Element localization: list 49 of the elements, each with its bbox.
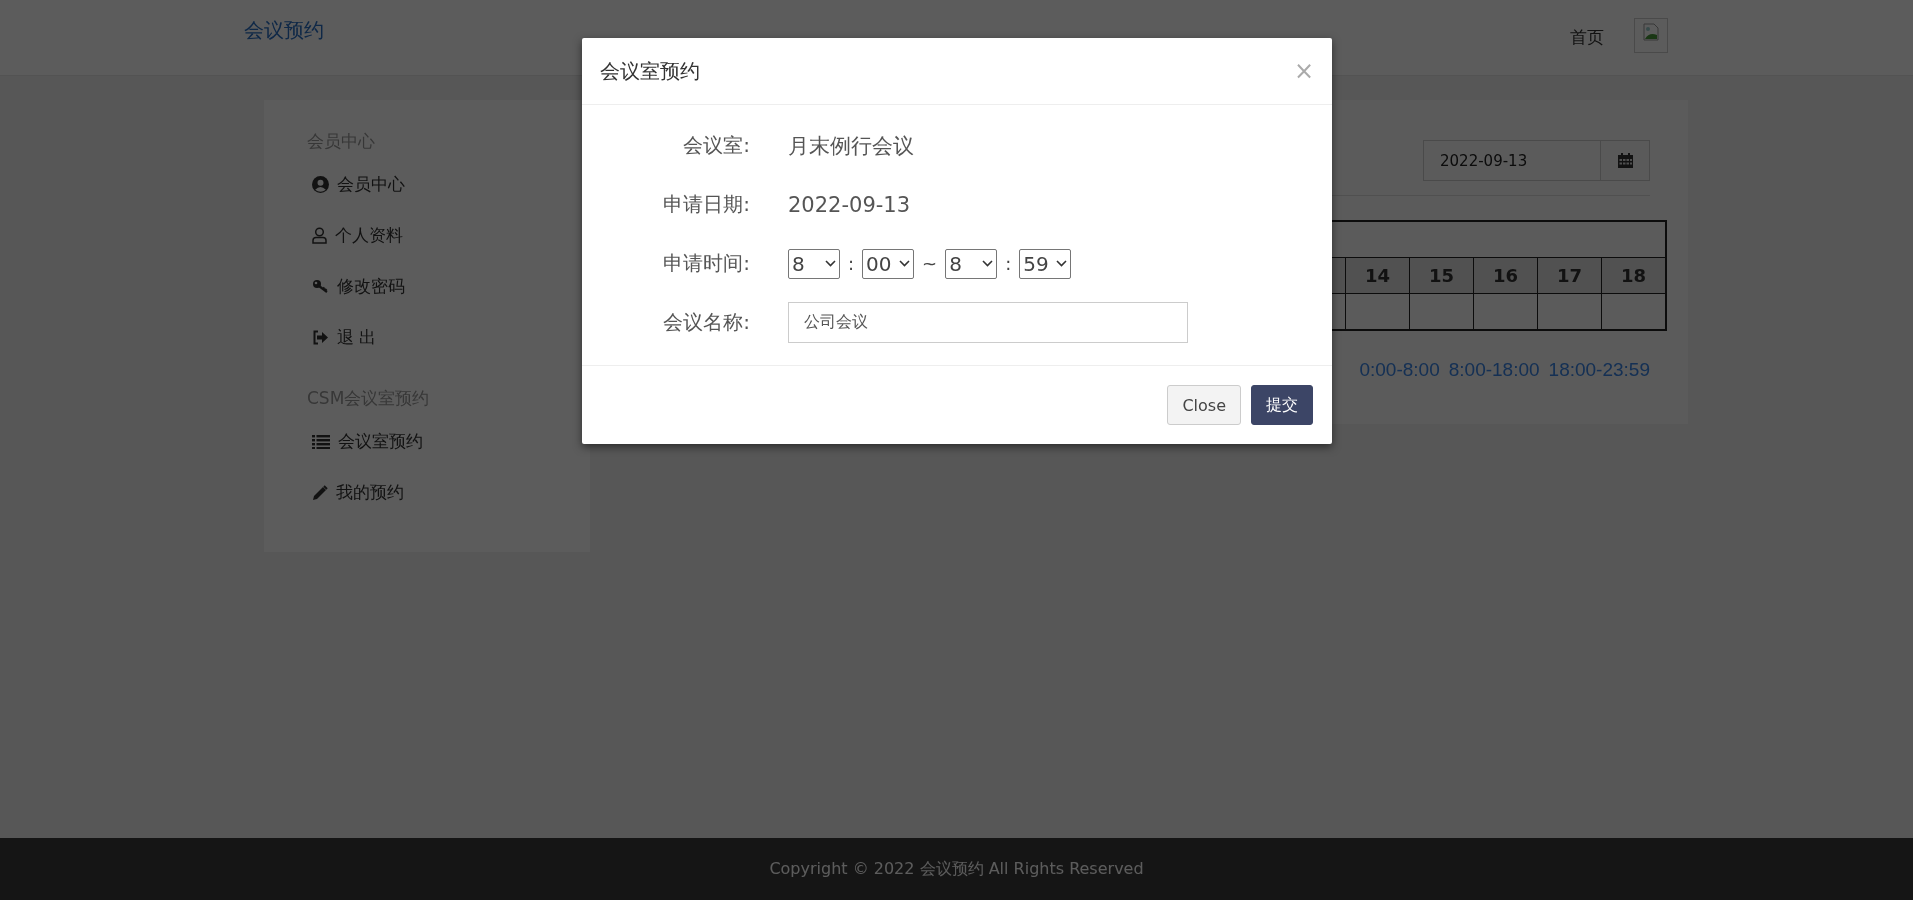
copyright-text: Copyright © 2022 会议预约 All Rights Reserved	[769, 858, 1144, 880]
close-button[interactable]: ×	[1293, 51, 1314, 91]
pencil-icon	[312, 484, 328, 501]
meeting-name-field[interactable]: 公司会议	[788, 302, 1188, 343]
separator-text: ~	[922, 253, 938, 274]
field-label: 会议名称:	[662, 309, 750, 336]
time-range-link[interactable]: 8:00-18:00	[1448, 359, 1540, 381]
chevron-icon	[825, 260, 836, 267]
separator-text: :	[848, 253, 855, 274]
user-icon	[312, 227, 327, 244]
chevron-icon	[982, 260, 994, 267]
time-select[interactable]: 00	[862, 248, 915, 279]
time-select[interactable]: 8	[945, 248, 998, 279]
time-select[interactable]: 8	[788, 248, 840, 279]
sidebar-link[interactable]: 我的预约	[312, 481, 404, 504]
time-range-link[interactable]: 0:00-8:00	[1359, 359, 1440, 381]
hour-header: 16	[1473, 257, 1538, 294]
hour-header: 18	[1601, 257, 1666, 294]
user-circle-icon	[312, 176, 329, 193]
field-label: 申请时间:	[662, 250, 750, 277]
home-link[interactable]: 首页	[1570, 26, 1604, 49]
chevron-icon	[1056, 260, 1068, 267]
time-select[interactable]: 59	[1019, 248, 1072, 279]
date-field[interactable]: 2022-09-13	[1423, 140, 1600, 181]
hour-header: 14	[1345, 257, 1410, 294]
sign-out-icon	[312, 330, 329, 345]
key-icon	[312, 279, 329, 294]
modal-title: 会议室预约	[600, 57, 700, 85]
broken-image-icon	[1643, 23, 1659, 41]
field-label: 会议室:	[682, 132, 750, 159]
hour-header: 15	[1409, 257, 1474, 294]
separator-text: :	[1005, 253, 1012, 274]
sidebar-link[interactable]: 会员中心	[312, 173, 405, 196]
close-button[interactable]: Close	[1167, 385, 1241, 425]
submit-button[interactable]: 提交	[1251, 385, 1313, 425]
field-label: 申请日期:	[662, 191, 750, 218]
list-icon	[312, 434, 330, 449]
hour-header: 17	[1537, 257, 1602, 294]
sidebar-link[interactable]: 退 出	[312, 326, 377, 349]
brand-link[interactable]: 会议预约	[244, 17, 324, 44]
field-value: 月末例行会议	[788, 132, 914, 160]
calendar-button[interactable]	[1600, 140, 1650, 181]
sidebar-link[interactable]: 修改密码	[312, 275, 405, 298]
time-range-link[interactable]: 18:00-23:59	[1548, 359, 1650, 381]
sidebar-link[interactable]: 会议室预约	[312, 430, 423, 453]
chevron-icon	[899, 260, 911, 267]
calendar-icon	[1617, 153, 1633, 168]
sidebar-link[interactable]: 个人资料	[312, 224, 403, 247]
field-value: 2022-09-13	[788, 192, 911, 217]
